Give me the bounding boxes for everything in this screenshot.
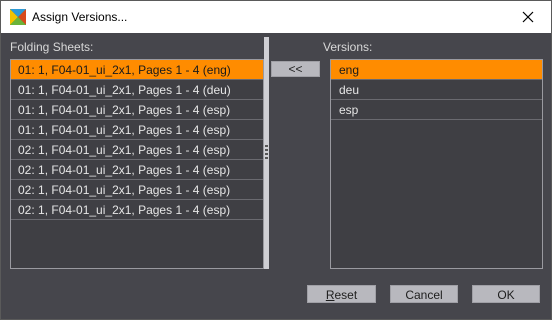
close-icon — [522, 11, 534, 23]
folding-sheet-item[interactable]: 01: 1, F04-01_ui_2x1, Pages 1 - 4 (deu) — [11, 80, 263, 100]
close-button[interactable] — [505, 1, 551, 33]
reset-button[interactable]: Reset — [307, 285, 376, 303]
folding-sheet-item[interactable]: 01: 1, F04-01_ui_2x1, Pages 1 - 4 (esp) — [11, 100, 263, 120]
assign-version-button[interactable]: << — [271, 61, 320, 77]
panel-splitter[interactable] — [264, 37, 269, 269]
folding-sheet-item[interactable]: 02: 1, F04-01_ui_2x1, Pages 1 - 4 (esp) — [11, 180, 263, 200]
folding-sheet-item[interactable]: 02: 1, F04-01_ui_2x1, Pages 1 - 4 (esp) — [11, 140, 263, 160]
splitter-grip-dot — [265, 149, 268, 151]
version-item[interactable]: eng — [331, 60, 542, 80]
version-item[interactable]: deu — [331, 80, 542, 100]
folding-sheet-item[interactable]: 01: 1, F04-01_ui_2x1, Pages 1 - 4 (esp) — [11, 120, 263, 140]
versions-label: Versions: — [323, 40, 373, 54]
versions-list[interactable]: eng deu esp — [330, 59, 543, 269]
app-icon — [10, 9, 26, 25]
version-item[interactable]: esp — [331, 100, 542, 120]
folding-sheets-label: Folding Sheets: — [10, 40, 94, 54]
folding-sheet-item[interactable]: 01: 1, F04-01_ui_2x1, Pages 1 - 4 (eng) — [11, 60, 263, 80]
splitter-grip-dot — [265, 157, 268, 159]
splitter-grip-dot — [265, 153, 268, 155]
ok-button[interactable]: OK — [472, 285, 540, 303]
cancel-button[interactable]: Cancel — [390, 285, 458, 303]
reset-label-rest: eset — [334, 288, 358, 302]
splitter-grip-dot — [265, 145, 268, 147]
folding-sheet-item[interactable]: 02: 1, F04-01_ui_2x1, Pages 1 - 4 (esp) — [11, 200, 263, 220]
window-title: Assign Versions... — [32, 10, 128, 24]
assign-versions-dialog: Assign Versions... Folding Sheets: 01: 1… — [0, 0, 552, 320]
folding-sheets-list[interactable]: 01: 1, F04-01_ui_2x1, Pages 1 - 4 (eng) 0… — [10, 59, 264, 269]
title-bar: Assign Versions... — [1, 1, 551, 33]
folding-sheet-item[interactable]: 02: 1, F04-01_ui_2x1, Pages 1 - 4 (esp) — [11, 160, 263, 180]
